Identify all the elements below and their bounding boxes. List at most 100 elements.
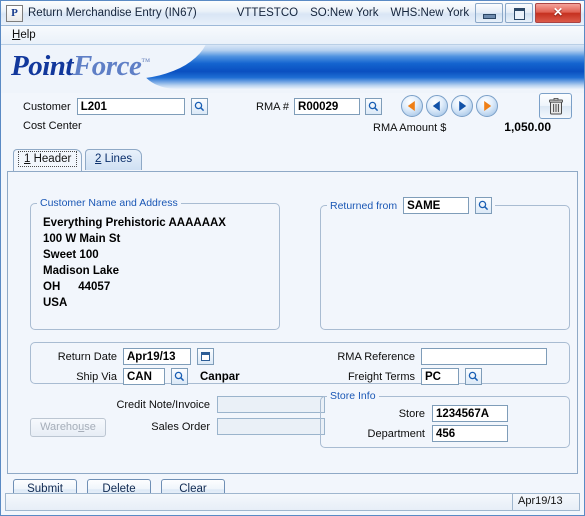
returned-from-legend-wrap: Returned from <box>327 197 495 214</box>
tab-header[interactable]: 1 Header <box>13 149 83 171</box>
rma-reference-label: RMA Reference <box>337 350 415 363</box>
store-input[interactable] <box>432 405 508 422</box>
address-state: OH <box>43 281 61 293</box>
sales-order-input <box>217 418 325 435</box>
delete-record-button[interactable] <box>539 93 572 119</box>
rma-amount-label: RMA Amount $ <box>373 122 447 134</box>
shipping-details-grid: Return Date Ship Via Canpar <box>31 343 569 385</box>
rma-number-label: RMA # <box>256 100 290 113</box>
window-title: Return Merchandise Entry (IN67) <box>28 7 197 19</box>
sales-office-label: SO:New York <box>310 7 379 19</box>
close-icon: ✕ <box>552 5 564 19</box>
warehouse-button: Warehouse <box>30 418 106 437</box>
department-row: Department <box>321 425 569 442</box>
freight-terms-row: Freight Terms <box>319 368 482 385</box>
record-navigation <box>401 95 498 117</box>
restore-icon <box>514 8 525 20</box>
minimize-icon <box>483 14 496 19</box>
pointforce-logo: PointForce™ <box>11 50 150 83</box>
close-button[interactable]: ✕ <box>535 3 581 23</box>
returned-from-input[interactable] <box>403 197 470 214</box>
status-bar: Apr19/13 <box>5 493 580 511</box>
store-row: Store <box>321 405 569 422</box>
rma-reference-row: RMA Reference <box>319 348 547 365</box>
return-date-label: Return Date <box>57 350 117 363</box>
warehouse-button-label: Warehouse <box>40 421 96 433</box>
minimize-button[interactable] <box>475 3 503 23</box>
store-label: Store <box>398 407 425 420</box>
menu-bar: Help <box>1 26 584 45</box>
sales-order-row: Sales Order <box>108 418 325 435</box>
first-record-button[interactable] <box>401 95 423 117</box>
ship-via-lookup-icon[interactable] <box>171 368 188 385</box>
address-country: USA <box>43 297 68 309</box>
shipping-details-group: Return Date Ship Via Canpar <box>30 342 570 385</box>
banner-swoosh <box>141 45 584 89</box>
logo-point: Point <box>11 50 73 82</box>
rma-reference-input[interactable] <box>421 348 547 365</box>
restore-button[interactable] <box>505 3 533 23</box>
logo-force: Force <box>72 50 142 82</box>
tab-lines[interactable]: 2 Lines <box>85 149 143 170</box>
customer-address-lines: Everything Prehistoric AAAAAAX 100 W Mai… <box>31 209 279 311</box>
address-city: Madison Lake <box>43 265 120 277</box>
ship-via-label: Ship Via <box>76 370 117 383</box>
cost-center-label: Cost Center <box>23 120 82 132</box>
department-input[interactable] <box>432 425 508 442</box>
address-name: Everything Prehistoric AAAAAAX <box>43 217 226 229</box>
address-street: 100 W Main St <box>43 233 121 245</box>
ship-via-row: Ship Via Canpar <box>31 368 240 385</box>
rma-number-row: RMA # <box>256 98 383 115</box>
tab-header-accel: 1 <box>24 153 31 165</box>
warehouse-label: WHS:New York <box>390 7 470 19</box>
returned-from-lookup-icon[interactable] <box>475 197 493 214</box>
logo-trademark: ™ <box>141 56 150 67</box>
window-controls: ✕ <box>475 3 581 23</box>
previous-record-button[interactable] <box>426 95 448 117</box>
menu-item-help[interactable]: Help <box>8 28 40 42</box>
freight-terms-input[interactable] <box>421 368 459 385</box>
address-unit: Sweet 100 <box>43 249 99 261</box>
customer-row: Customer <box>23 98 208 115</box>
tab-header-label: Header <box>33 153 72 165</box>
returned-from-label: Returned from <box>330 199 398 212</box>
credit-note-row: Credit Note/Invoice <box>108 396 325 413</box>
title-bar: P Return Merchandise Entry (IN67) VTTEST… <box>1 1 584 26</box>
freight-terms-label: Freight Terms <box>347 370 415 383</box>
customer-address-group: Customer Name and Address Everything Pre… <box>30 197 280 330</box>
freight-terms-lookup-icon[interactable] <box>465 368 482 385</box>
credit-note-input <box>217 396 325 413</box>
app-icon: P <box>6 4 23 22</box>
sales-order-label: Sales Order <box>151 420 210 433</box>
trash-icon <box>549 98 563 115</box>
customer-input[interactable] <box>76 98 185 115</box>
status-date: Apr19/13 <box>513 494 579 510</box>
rma-amount-value: 1,050.00 <box>504 120 551 134</box>
tab-strip: 1 Header 2 Lines <box>13 149 584 171</box>
header-tab-panel: Customer Name and Address Everything Pre… <box>7 171 578 474</box>
ship-via-input[interactable] <box>123 368 165 385</box>
company-label: VTTESTCO <box>236 7 299 19</box>
ship-via-description: Canpar <box>200 370 240 383</box>
department-label: Department <box>367 427 425 440</box>
return-date-row: Return Date <box>31 348 214 365</box>
record-header-zone: Customer RMA # Cost Center RMA Amount $ … <box>1 93 584 149</box>
return-date-input[interactable] <box>123 348 191 365</box>
address-state-zip: OH 44057 <box>43 279 279 295</box>
rma-lookup-icon[interactable] <box>365 98 383 115</box>
status-message <box>6 494 513 510</box>
next-record-button[interactable] <box>451 95 473 117</box>
calendar-icon[interactable] <box>197 348 214 365</box>
application-window: P Return Merchandise Entry (IN67) VTTEST… <box>0 0 585 516</box>
address-zip: 44057 <box>78 281 111 293</box>
returned-from-group: Returned from <box>320 197 570 330</box>
store-info-group: Store Info Store Department <box>320 390 570 448</box>
tab-lines-accel: 2 <box>95 153 102 165</box>
last-record-button[interactable] <box>476 95 498 117</box>
brand-banner: PointForce™ <box>1 45 584 93</box>
store-info-legend: Store Info <box>330 390 376 402</box>
customer-label: Customer <box>23 100 71 113</box>
credit-note-label: Credit Note/Invoice <box>116 398 210 411</box>
customer-lookup-icon[interactable] <box>190 98 208 115</box>
rma-number-input[interactable] <box>294 98 361 115</box>
